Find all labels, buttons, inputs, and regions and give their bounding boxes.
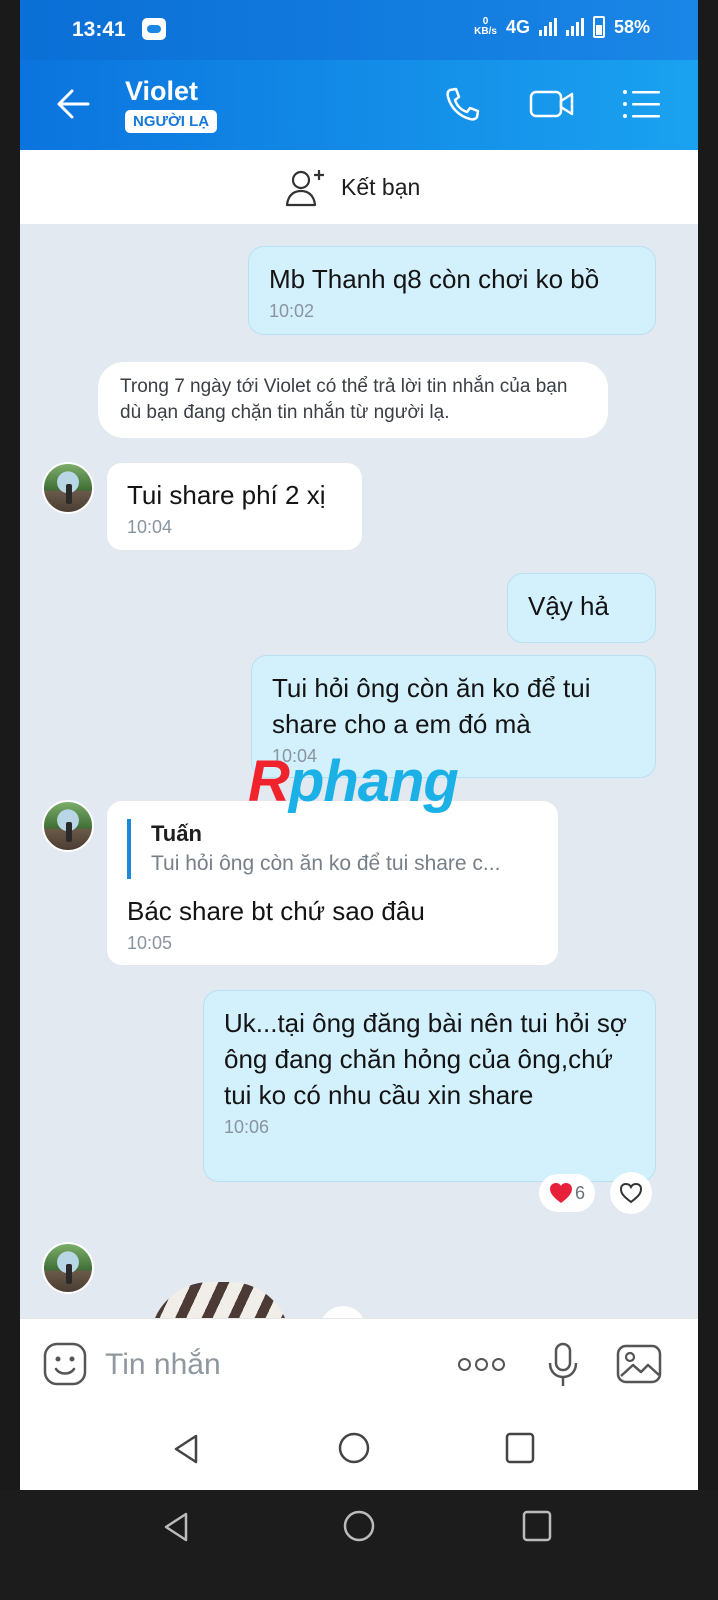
message-time: 10:02 — [269, 301, 315, 321]
battery-percent: 58% — [613, 16, 650, 37]
system-recents-icon[interactable] — [521, 1508, 553, 1544]
avatar[interactable] — [42, 800, 94, 852]
nav-back-icon[interactable] — [170, 1432, 204, 1466]
reaction-summary[interactable]: 6 — [539, 1174, 596, 1212]
dot-icon — [492, 1357, 505, 1371]
signal-icon — [538, 18, 557, 36]
back-arrow-icon — [57, 89, 90, 119]
reply-snippet: Tui hỏi ông còn ăn ko để tui share c... — [151, 852, 501, 875]
menu-list-icon — [623, 90, 660, 118]
image-gallery-icon — [616, 1344, 662, 1384]
sticker-button[interactable] — [42, 1341, 88, 1387]
message-input[interactable] — [105, 1345, 435, 1385]
status-indicators: 0 KB/s 4G 58% — [474, 16, 650, 38]
dot-icon — [458, 1357, 471, 1371]
message-text: Uk...tại ông đăng bài nên tui hỏi sợ ông… — [224, 1008, 627, 1110]
status-time: 13:41 — [72, 18, 126, 41]
battery-icon — [592, 16, 605, 38]
system-home-icon[interactable] — [341, 1508, 377, 1544]
message-text: Tui share phí 2 xị — [127, 480, 326, 510]
send-image-button[interactable] — [615, 1343, 663, 1385]
microphone-icon — [548, 1342, 578, 1386]
back-button[interactable] — [54, 84, 94, 124]
message-bubble-incoming-reply[interactable]: Tuấn Tui hỏi ông còn ăn ko để tui share … — [106, 800, 559, 966]
system-back-icon[interactable] — [160, 1510, 194, 1544]
reaction-count: 6 — [575, 1182, 586, 1203]
network-speed-unit: KB/s — [474, 26, 497, 37]
system-notice: Trong 7 ngày tới Violet có thể trả lời t… — [98, 362, 608, 438]
avatar[interactable] — [42, 462, 94, 514]
more-options-button[interactable] — [458, 1349, 508, 1379]
message-text: Tui hỏi ông còn ăn ko để tui share cho a… — [272, 673, 591, 739]
network-speed: 0 KB/s — [474, 17, 497, 37]
phone-icon — [446, 87, 480, 121]
smiley-sticker-icon — [43, 1342, 87, 1386]
message-time: 10:04 — [127, 517, 173, 537]
message-text: Vậy hả — [528, 591, 609, 621]
stranger-badge: NGƯỜI LẠ — [125, 110, 218, 133]
message-time: 10:05 — [127, 933, 173, 953]
message-text: Mb Thanh q8 còn chơi ko bồ — [269, 264, 600, 294]
status-bar: 13:41 0 KB/s 4G 58% — [20, 0, 698, 60]
message-bubble-outgoing[interactable]: Uk...tại ông đăng bài nên tui hỏi sợ ông… — [203, 990, 656, 1182]
chat-header: Violet NGƯỜI LẠ — [20, 60, 698, 150]
signal-icon-2 — [565, 18, 584, 36]
message-text: Bác share bt chứ sao đâu — [127, 896, 425, 926]
voice-call-button[interactable] — [440, 84, 484, 124]
add-friend-bar: Kết bạn — [20, 150, 698, 224]
nav-home-icon[interactable] — [336, 1430, 372, 1466]
phone-screen: 13:41 0 KB/s 4G 58% Violet NGƯỜI LẠ Kết … — [20, 0, 698, 1510]
message-bubble-outgoing[interactable]: Vậy hả — [507, 573, 656, 643]
reply-quote[interactable]: Tuấn Tui hỏi ông còn ăn ko để tui share … — [127, 819, 538, 879]
network-type: 4G — [505, 16, 530, 37]
add-friend-button[interactable]: Kết bạn — [285, 164, 420, 210]
voice-record-button[interactable] — [545, 1341, 581, 1389]
add-user-icon — [285, 170, 324, 207]
zalo-notification-icon — [142, 18, 166, 40]
dot-icon — [475, 1357, 488, 1371]
video-call-button[interactable] — [528, 84, 574, 124]
system-navigation-bar — [0, 1490, 718, 1600]
message-composer — [20, 1318, 698, 1408]
add-friend-label: Kết bạn — [341, 173, 421, 200]
message-bubble-outgoing[interactable]: Mb Thanh q8 còn chơi ko bồ 10:02 — [248, 246, 656, 335]
video-camera-icon — [529, 90, 574, 118]
chat-options-button[interactable] — [620, 84, 664, 124]
heart-outline-icon — [619, 1182, 643, 1204]
avatar[interactable] — [42, 1242, 94, 1294]
watermark-logo: Rphang — [248, 749, 459, 814]
nav-recents-icon[interactable] — [504, 1430, 536, 1466]
contact-name[interactable]: Violet — [125, 76, 198, 107]
reply-author: Tuấn — [151, 821, 202, 846]
heart-icon — [550, 1183, 572, 1203]
message-time: 10:06 — [224, 1117, 270, 1137]
react-button[interactable] — [610, 1172, 652, 1214]
message-bubble-incoming[interactable]: Tui share phí 2 xị 10:04 — [106, 462, 363, 551]
